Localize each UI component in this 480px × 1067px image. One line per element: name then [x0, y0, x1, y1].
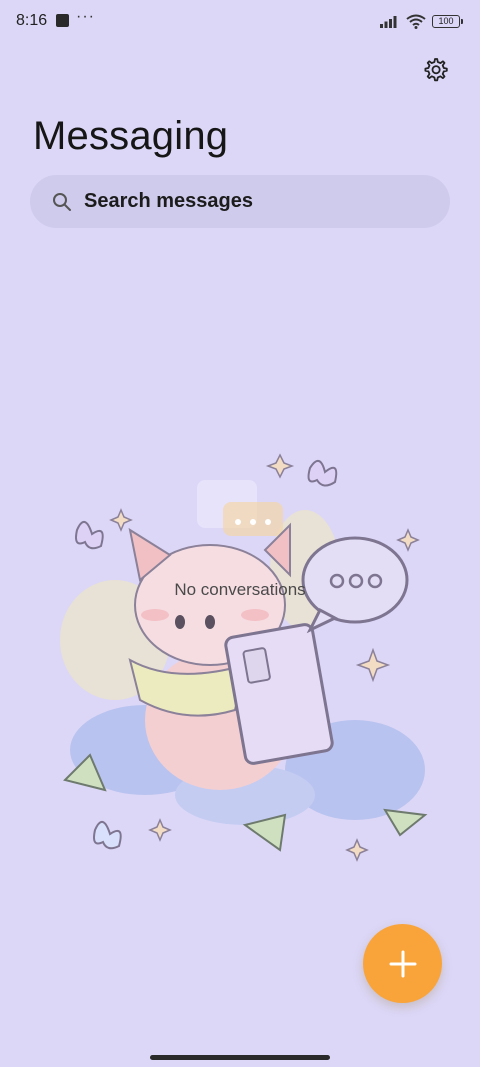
page-title: Messaging — [33, 114, 229, 158]
gear-icon — [424, 58, 448, 82]
home-indicator[interactable] — [150, 1055, 330, 1060]
notification-app-icon — [56, 14, 69, 27]
search-bar[interactable]: Search messages — [30, 175, 450, 228]
search-placeholder: Search messages — [84, 190, 254, 212]
battery-icon: 100 — [432, 14, 463, 28]
settings-button[interactable] — [420, 55, 450, 85]
signal-icon — [380, 14, 400, 28]
empty-state-text: No conversations — [174, 580, 306, 599]
wifi-icon — [406, 14, 426, 29]
new-conversation-button[interactable] — [363, 924, 442, 1003]
empty-state-illustration — [55, 450, 435, 870]
status-time: 8:16 — [16, 12, 48, 29]
more-notifications-icon: ··· — [76, 8, 95, 25]
status-icons: 100 — [380, 12, 463, 30]
search-icon — [52, 192, 72, 212]
status-bar: 8:16 ··· 100 — [0, 0, 480, 42]
plus-icon — [389, 950, 416, 977]
